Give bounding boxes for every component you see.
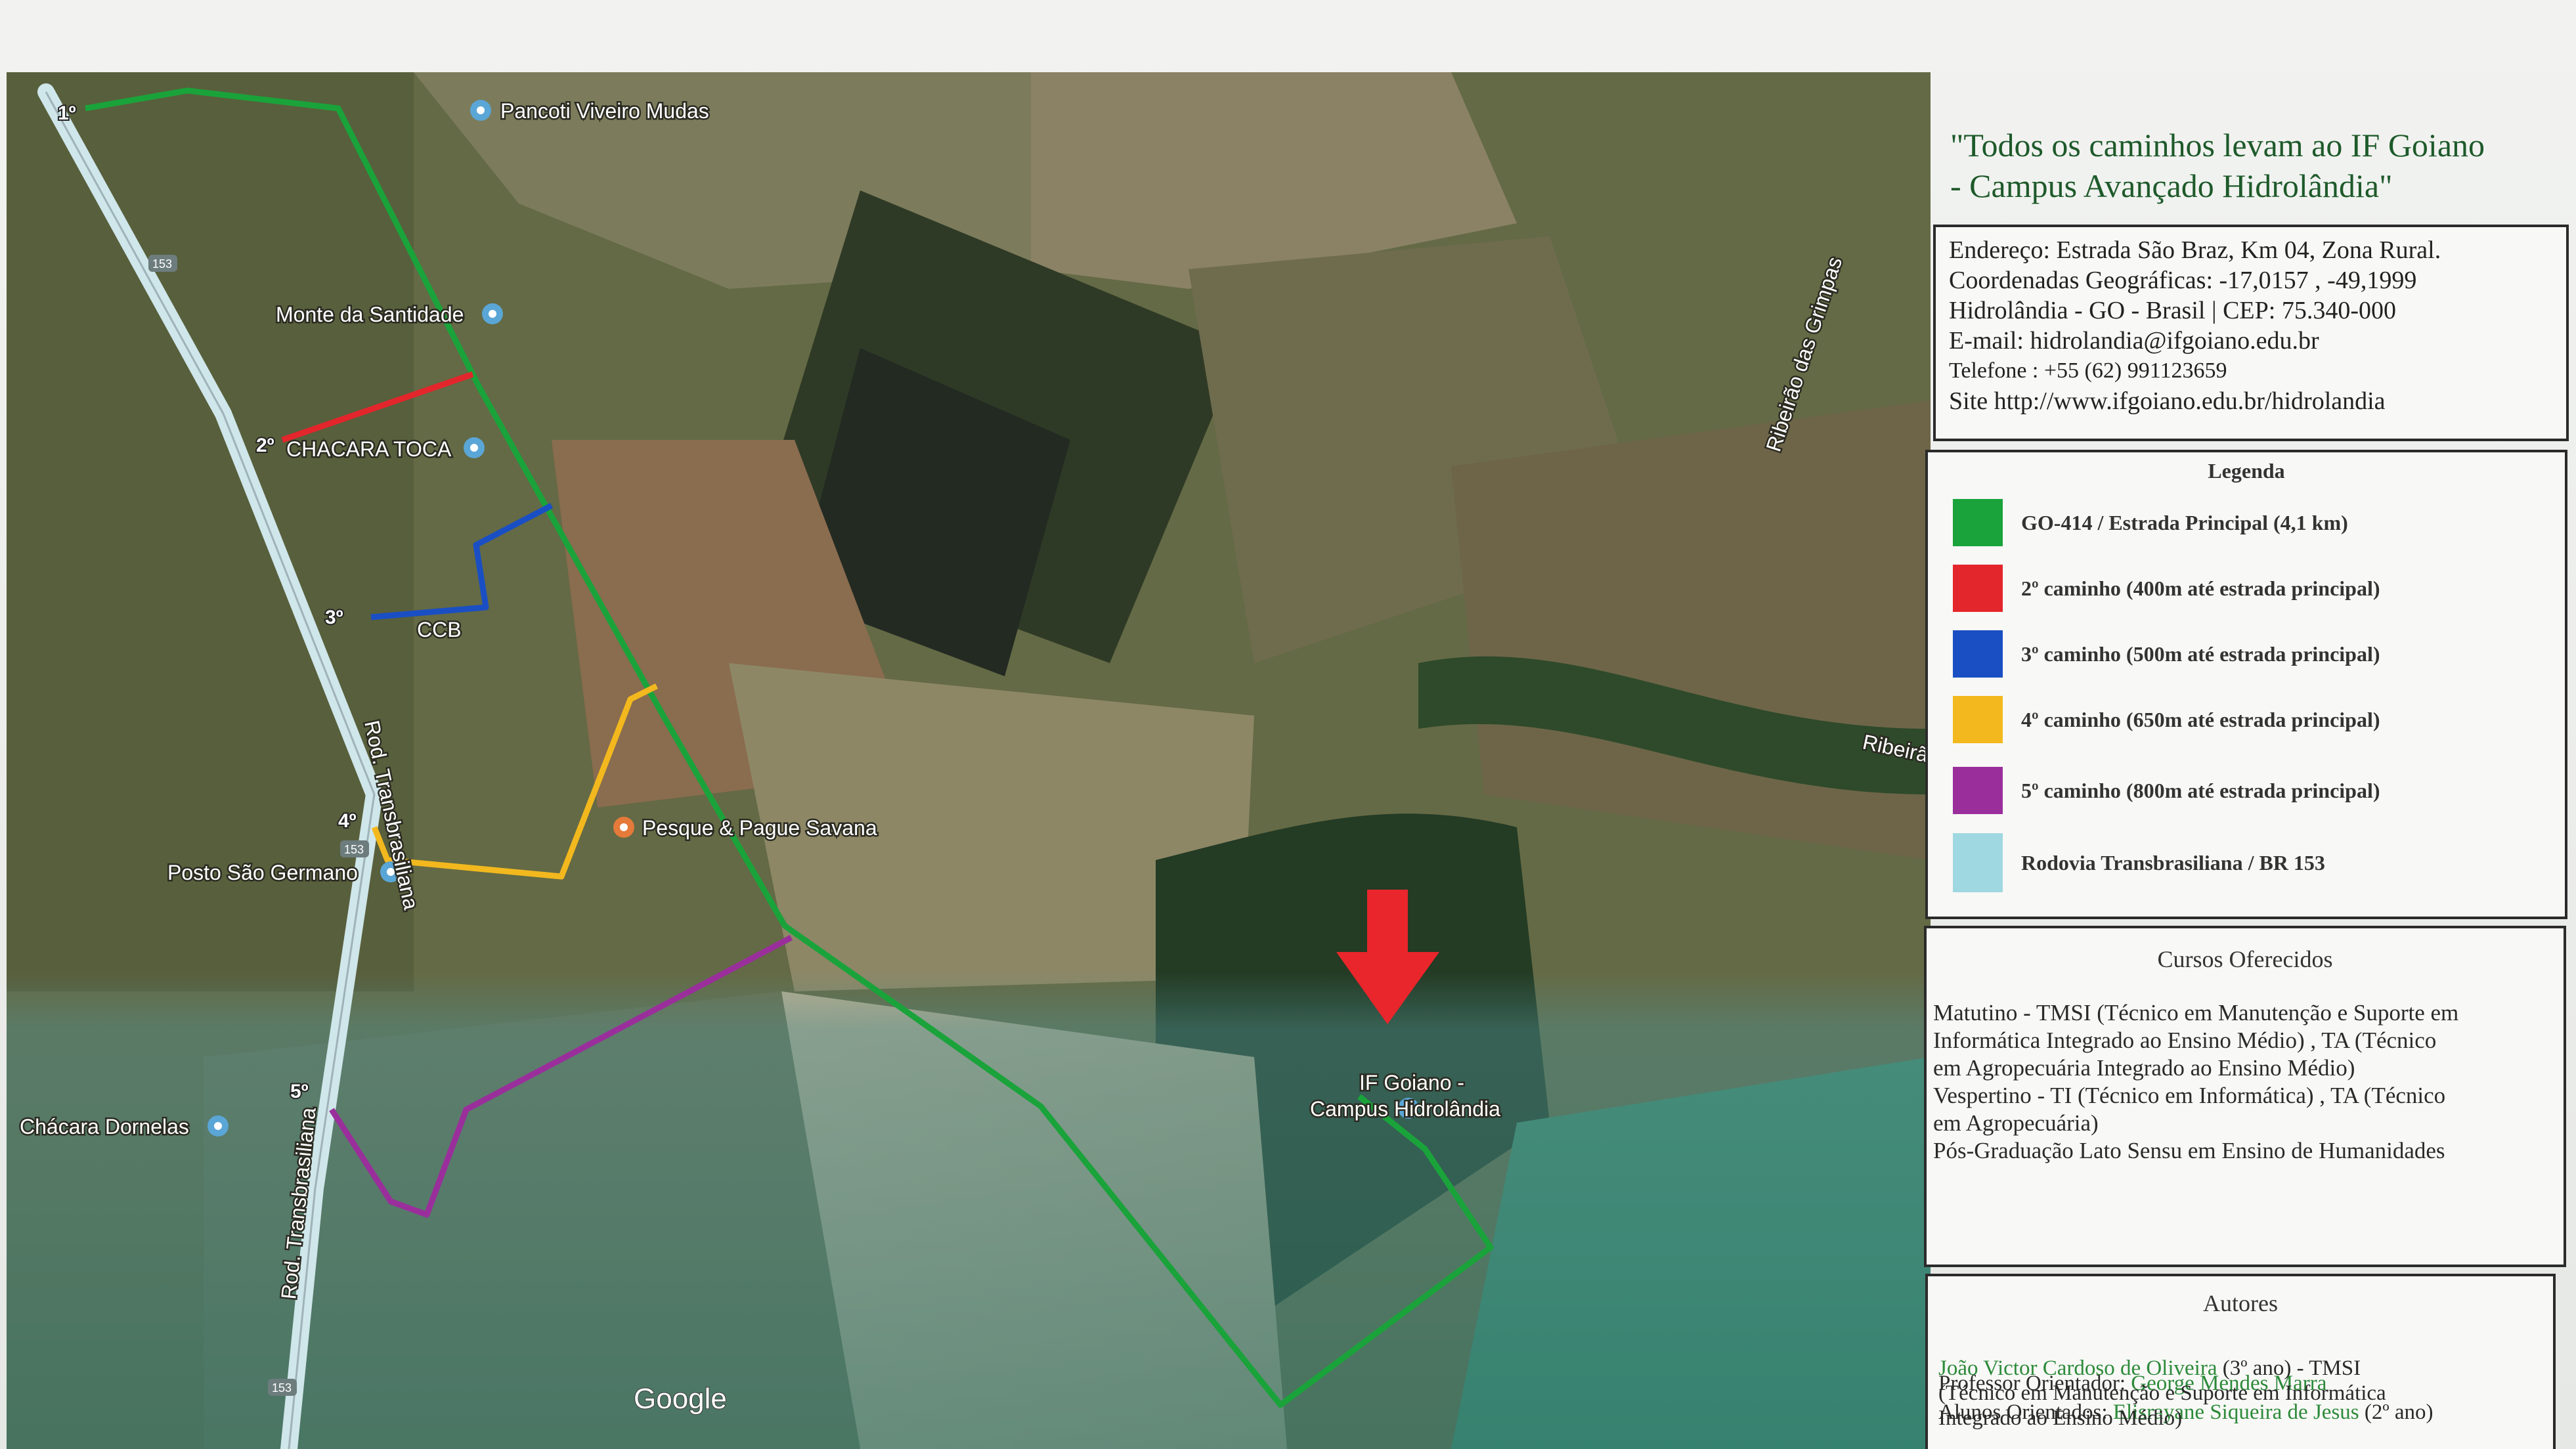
label-ccb[interactable]: CCB (416, 616, 464, 643)
legend-swatch-red (1953, 565, 2003, 612)
marker-2: 2º (256, 435, 274, 456)
google-watermark: Google (634, 1383, 727, 1415)
legend-label: Rodovia Transbrasiliana / BR 153 (2021, 850, 2325, 875)
address-box: Endereço: Estrada São Braz, Km 04, Zona … (1933, 225, 2569, 441)
legend-item-path-3: 3º caminho (500m até estrada principal) (1953, 630, 2380, 678)
phone-line[interactable]: Telefone : +55 (62) 991123659 (1949, 356, 2553, 386)
marker-1: 1º (58, 102, 76, 124)
map-canvas: 1º 2º 3º 4º 5º Pancoti Viveiro Mudas Mon… (7, 72, 1931, 1449)
course-line: em Agropecuária) (1933, 1110, 2099, 1136)
courses-heading: Cursos Oferecidos (2157, 946, 2333, 972)
svg-text:153: 153 (152, 257, 172, 270)
legend-label: 4º caminho (650m até estrada principal) (2021, 707, 2380, 731)
course-line: em Agropecuária Integrado ao Ensino Médi… (1933, 1055, 2355, 1081)
student2-name: João Victor Cardoso de Oliveira (1938, 1356, 2217, 1380)
marker-5: 5º (290, 1081, 309, 1102)
satellite-map[interactable]: 1º 2º 3º 4º 5º Pancoti Viveiro Mudas Mon… (7, 72, 1931, 1449)
label-campus-line2[interactable]: Campus Hidrolândia (1309, 1096, 1502, 1123)
course-line: Informática Integrado ao Ensino Médio) ,… (1933, 1027, 2437, 1053)
label-pesque-pague[interactable]: Pesque & Pague Savana (641, 815, 879, 842)
legend-swatch-purple (1953, 767, 2003, 814)
poster-title-line1: "Todos os caminhos levam ao IF Goiano (1950, 127, 2485, 163)
student2-year: (3º ano) - TMSI (2217, 1356, 2361, 1380)
legend-item-path-2: 2º caminho (400m até estrada principal) (1953, 565, 2380, 612)
legend-label: GO-414 / Estrada Principal (4,1 km) (2021, 510, 2348, 534)
authors-body-continued: João Victor Cardoso de Oliveira (3º ano)… (1938, 1356, 2562, 1431)
legend-item-path-5: 5º caminho (800m até estrada principal) (1953, 767, 2380, 814)
legend-box: Legenda GO-414 / Estrada Principal (4,1 … (1925, 450, 2567, 919)
field-far-east (1451, 400, 1931, 860)
course-line: Pós-Graduação Lato Sensu em Ensino de Hu… (1933, 1138, 2445, 1163)
courses-box: Cursos Oferecidos Matutino - TMSI (Técni… (1924, 926, 2566, 1267)
course-desc-line: (Técnico em Manutenção e Suporte em Info… (1938, 1381, 2386, 1405)
poster: 1º 2º 3º 4º 5º Pancoti Viveiro Mudas Mon… (0, 0, 2576, 1449)
label-monte-santidade[interactable]: Monte da Santidade (274, 301, 466, 328)
info-panel: "Todos os caminhos levam ao IF Goiano - … (1924, 72, 2576, 1449)
label-chacara-toca[interactable]: CHACARA TOCA (285, 436, 454, 463)
label-chacara-dornelas[interactable]: Chácara Dornelas (18, 1114, 191, 1140)
legend-label: 3º caminho (500m até estrada principal) (2021, 641, 2380, 666)
label-posto-sao-germano[interactable]: Posto São Germano (166, 859, 360, 886)
svg-text:153: 153 (344, 843, 364, 856)
marker-4: 4º (338, 810, 357, 832)
site-link[interactable]: Site http://www.ifgoiano.edu.br/hidrolan… (1949, 386, 2553, 416)
legend-swatch-lightblue (1953, 833, 2003, 892)
label-campus-line1[interactable]: IF Goiano - (1358, 1070, 1466, 1096)
authors-heading: Autores (2203, 1290, 2278, 1316)
legend-swatch-green (1953, 499, 2003, 546)
coordinates-line: Coordenadas Geográficas: -17,0157 , -49,… (1949, 267, 2417, 294)
legend-item-highway: Rodovia Transbrasiliana / BR 153 (1953, 833, 2325, 892)
address-line: Endereço: Estrada São Braz, Km 04, Zona … (1949, 236, 2441, 264)
legend-heading: Legenda (2208, 459, 2285, 483)
course-line: Vespertino - TI (Técnico em Informática)… (1933, 1083, 2446, 1108)
legend-swatch-yellow (1953, 696, 2003, 743)
legend-swatch-blue (1953, 630, 2003, 678)
legend-item-path-4: 4º caminho (650m até estrada principal) (1953, 696, 2380, 743)
svg-text:153: 153 (272, 1381, 292, 1395)
legend-item-main-road: GO-414 / Estrada Principal (4,1 km) (1953, 499, 2348, 546)
label-pancoti[interactable]: Pancoti Viveiro Mudas (499, 98, 711, 125)
poster-title: "Todos os caminhos levam ao IF Goiano - … (1950, 125, 2576, 206)
legend-label: 2º caminho (400m até estrada principal) (2021, 576, 2380, 600)
marker-3: 3º (325, 607, 343, 628)
email-link[interactable]: E-mail: hidrolandia@ifgoiano.edu.br (1949, 326, 2553, 356)
course-line: Matutino - TMSI (Técnico em Manutenção e… (1933, 1000, 2459, 1026)
student2-line: João Victor Cardoso de Oliveira (3º ano)… (1938, 1356, 2562, 1381)
poster-title-line2: - Campus Avançado Hidrolândia" (1950, 167, 2393, 204)
course-desc-line-2: Integrado ao Ensino Médio) (1938, 1406, 2183, 1430)
legend-label: 5º caminho (800m até estrada principal) (2021, 778, 2380, 802)
city-cep-line: Hidrolândia - GO - Brasil | CEP: 75.340-… (1949, 297, 2396, 324)
